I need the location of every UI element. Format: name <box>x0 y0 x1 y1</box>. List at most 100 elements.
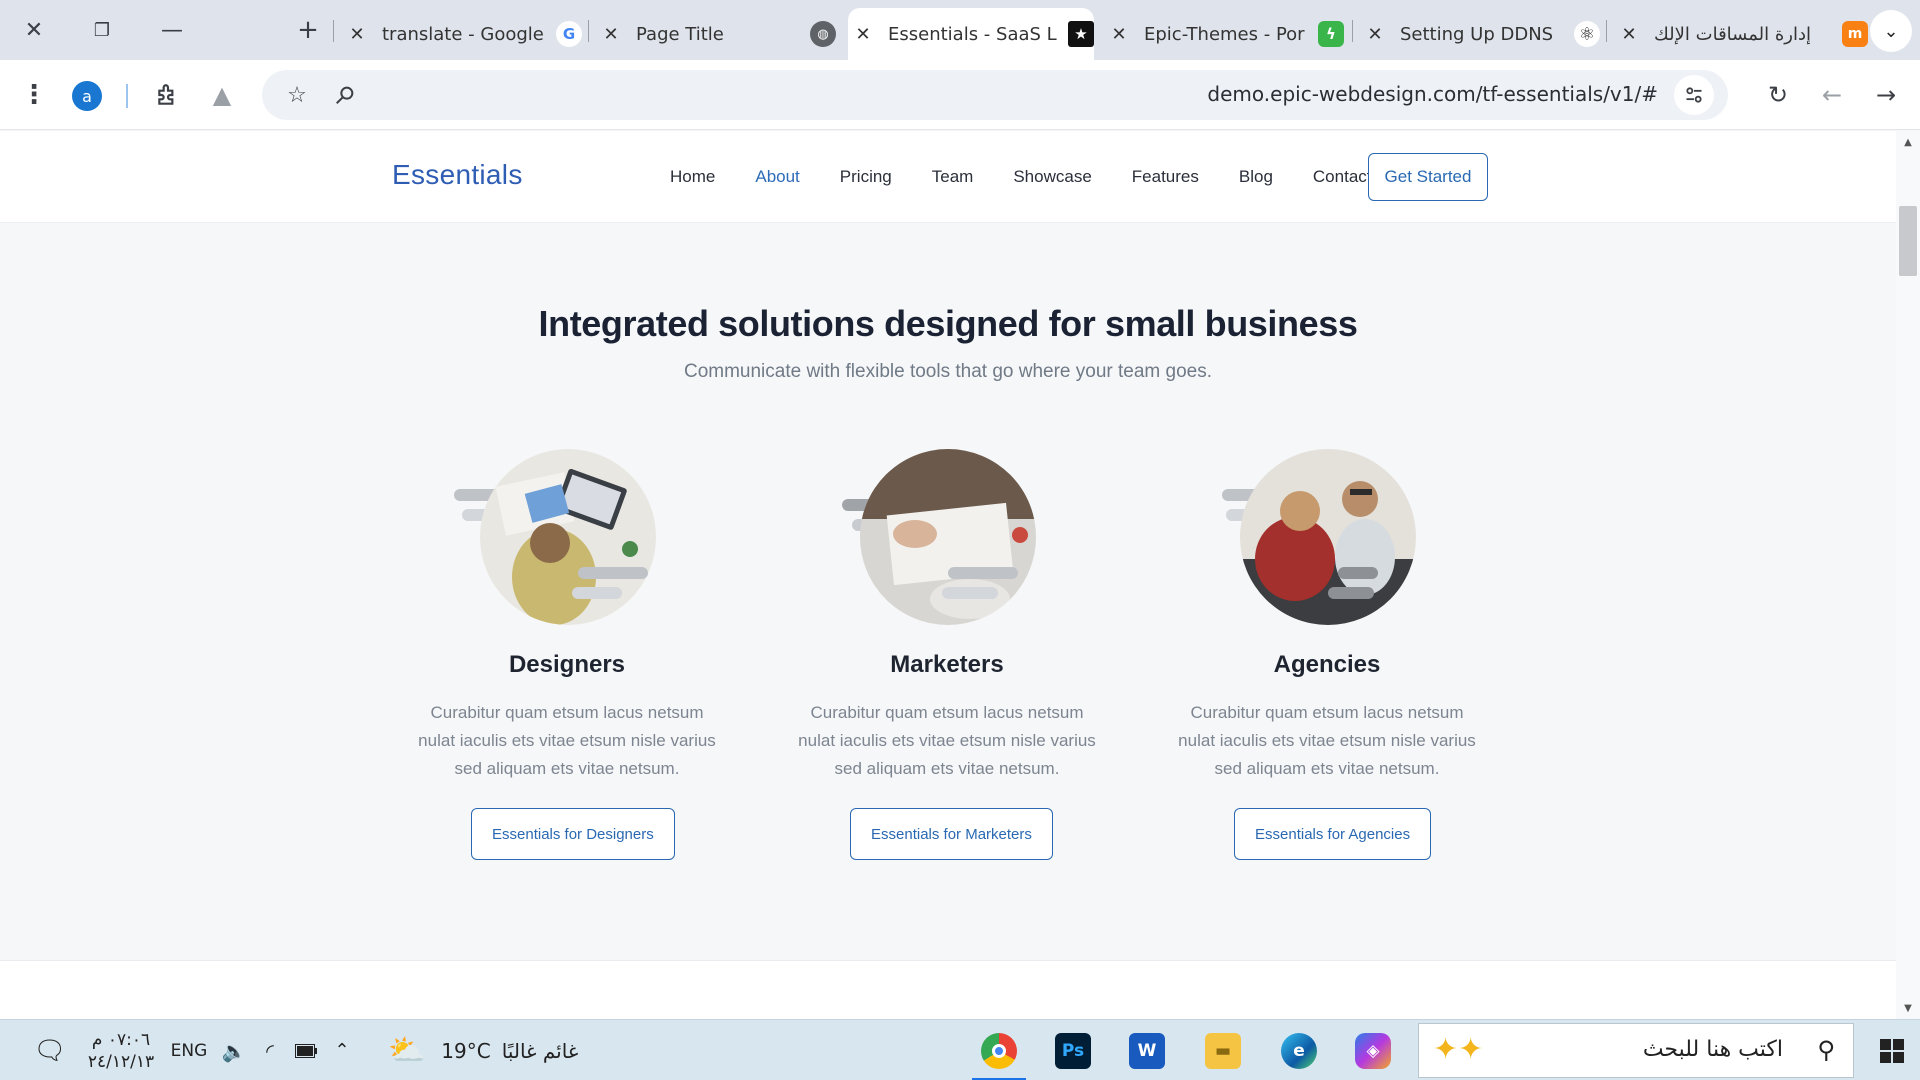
notifications-icon[interactable]: 🗨 <box>30 1020 70 1080</box>
tab-title: Epic-Themes - Por <box>1144 23 1305 45</box>
search-icon: ⚲ <box>1817 1036 1835 1064</box>
show-hidden-icons-icon[interactable]: ⌃ <box>326 1020 358 1080</box>
back-icon[interactable]: ← <box>1810 73 1854 117</box>
word-icon: W <box>1129 1032 1165 1069</box>
search-placeholder: اكتب هنا للبحث <box>1642 1037 1783 1062</box>
nav-pricing[interactable]: Pricing <box>840 167 892 187</box>
clock-time: ٠٧:٠٦ م <box>91 1029 151 1050</box>
copilot-icon: ◈ <box>1355 1032 1391 1069</box>
feature-card-marketers: Marketers Curabitur quam etsum lacus net… <box>782 449 1112 869</box>
nav-home[interactable]: Home <box>670 167 715 187</box>
tab-moodle-courses[interactable]: ✕ إدارة المساقات الإلك m <box>1614 8 1868 60</box>
weather-temperature[interactable]: 19°C <box>436 1020 496 1080</box>
section-title: Integrated solutions designed for small … <box>538 303 1358 344</box>
close-tab-icon[interactable]: ✕ <box>1614 24 1644 45</box>
address-bar[interactable]: ☆ demo.epic-webdesign.com/tf-essentials/… <box>262 70 1728 120</box>
windows-taskbar: 🗨 ٠٧:٠٦ م ٢٤/١٢/١٣ ENG 🔈 ◜ ⌃ ⛅ 19°C غائم… <box>0 1019 1920 1080</box>
browser-tab-strip: ✕ ❐ — + ✕ translate - Google G ✕ Page Ti… <box>0 0 1920 60</box>
profile-avatar[interactable]: a <box>72 81 102 111</box>
browser-menu-icon[interactable]: ⋮ <box>12 73 56 117</box>
weather-condition[interactable]: غائم غالبًا <box>492 1020 588 1080</box>
close-tab-icon[interactable]: ✕ <box>342 24 372 45</box>
restore-window-icon[interactable]: ❐ <box>78 10 126 50</box>
taskbar-app-file-explorer[interactable]: ▬ <box>1192 1020 1254 1080</box>
tab-title: Essentials - SaaS L <box>888 23 1057 45</box>
close-tab-icon[interactable]: ✕ <box>596 24 626 45</box>
taskbar-app-photoshop[interactable]: Ps <box>1042 1020 1104 1080</box>
nav-blog[interactable]: Blog <box>1239 167 1273 187</box>
taskbar-app-word[interactable]: W <box>1116 1020 1178 1080</box>
tab-setting-up-ddns[interactable]: ✕ Setting Up DDNS ⚛ <box>1360 8 1600 60</box>
web-page: Essentials Home About Pricing Team Showc… <box>0 131 1896 1019</box>
tab-title: Setting Up DDNS <box>1400 23 1554 45</box>
taskbar-app-edge[interactable]: e <box>1268 1020 1330 1080</box>
nav-contact[interactable]: Contact <box>1313 167 1372 187</box>
tab-title: translate - Google <box>382 23 544 45</box>
extensions-icon[interactable] <box>146 73 190 117</box>
windows-start-icon[interactable] <box>1868 1020 1916 1080</box>
site-settings-icon[interactable] <box>1674 75 1714 115</box>
close-window-icon[interactable]: ✕ <box>10 10 58 50</box>
openai-icon: ⚛ <box>1574 21 1600 47</box>
reload-icon[interactable]: ↻ <box>1756 73 1800 117</box>
feature-card-designers: Designers Curabitur quam etsum lacus net… <box>402 449 732 869</box>
weather-cloud-icon[interactable]: ⛅ <box>384 1020 430 1080</box>
language-indicator[interactable]: ENG <box>168 1020 210 1080</box>
section-subtitle: Communicate with flexible tools that go … <box>683 361 1213 382</box>
moodle-icon: m <box>1842 21 1868 47</box>
google-icon: G <box>556 21 582 47</box>
tab-translate-google[interactable]: ✕ translate - Google G <box>342 8 582 60</box>
clock-date: ٢٤/١٢/١٣ <box>87 1051 155 1072</box>
minimize-window-icon[interactable]: — <box>148 10 196 50</box>
feature-card-agencies: Agencies Curabitur quam etsum lacus nets… <box>1162 449 1492 869</box>
scroll-down-arrow-icon[interactable]: ▼ <box>1896 999 1920 1017</box>
file-explorer-icon: ▬ <box>1205 1032 1241 1069</box>
nav-features[interactable]: Features <box>1132 167 1199 187</box>
tab-page-title[interactable]: ✕ Page Title ◍ <box>596 8 836 60</box>
close-tab-icon[interactable]: ✕ <box>1360 24 1390 45</box>
card-description: Curabitur quam etsum lacus netsum nulat … <box>798 703 1096 778</box>
close-tab-icon[interactable]: ✕ <box>1104 24 1134 45</box>
next-section <box>0 960 1896 1019</box>
battery-icon[interactable] <box>290 1020 322 1080</box>
essentials-for-designers-button[interactable]: Essentials for Designers <box>471 808 675 860</box>
bolt-icon: ϟ <box>1318 21 1344 47</box>
tab-search-dropdown-icon[interactable]: ⌄ <box>1870 10 1912 52</box>
new-tab-icon[interactable]: + <box>284 10 332 50</box>
card-title: Agencies <box>1273 651 1381 678</box>
card-title: Marketers <box>890 651 1004 678</box>
scroll-up-arrow-icon[interactable]: ▲ <box>1896 133 1920 151</box>
nav-about[interactable]: About <box>755 167 799 187</box>
volume-icon[interactable]: 🔈 <box>218 1020 250 1080</box>
essentials-for-agencies-button[interactable]: Essentials for Agencies <box>1234 808 1432 860</box>
card-title: Designers <box>508 651 626 678</box>
browser-toolbar: ⋮ a ▲ ☆ demo.epic-webdesign.com/tf-essen… <box>0 60 1920 130</box>
wifi-icon[interactable]: ◜ <box>254 1020 286 1080</box>
photoshop-icon: Ps <box>1055 1032 1091 1069</box>
chrome-icon <box>981 1032 1017 1069</box>
bookmark-star-icon[interactable]: ☆ <box>276 74 318 116</box>
main-nav: Home About Pricing Team Showcase Feature… <box>650 131 1392 223</box>
nav-team[interactable]: Team <box>932 167 974 187</box>
tab-essentials-active[interactable]: ✕ Essentials - SaaS L ★ <box>848 8 1094 60</box>
card-description: Curabitur quam etsum lacus netsum nulat … <box>418 703 716 778</box>
site-logo[interactable]: Essentials <box>392 159 523 191</box>
nav-showcase[interactable]: Showcase <box>1013 167 1091 187</box>
zoom-icon[interactable] <box>324 74 366 116</box>
get-started-button[interactable]: Get Started <box>1368 153 1488 201</box>
url-text[interactable]: demo.epic-webdesign.com/tf-essentials/v1… <box>1207 82 1658 106</box>
star-icon: ★ <box>1068 21 1094 47</box>
page-scrollbar[interactable]: ▲ ▼ <box>1896 131 1920 1019</box>
taskbar-search-box[interactable]: ✦✦ اكتب هنا للبحث ⚲ <box>1418 1023 1854 1078</box>
taskbar-app-chrome[interactable] <box>968 1020 1030 1080</box>
clock[interactable]: ٠٧:٠٦ م ٢٤/١٢/١٣ <box>86 1020 156 1080</box>
forward-icon[interactable]: → <box>1864 73 1908 117</box>
essentials-for-marketers-button[interactable]: Essentials for Marketers <box>850 808 1053 860</box>
aria-extension-icon[interactable]: ▲ <box>200 73 244 117</box>
close-tab-icon[interactable]: ✕ <box>848 24 878 45</box>
agencies-photo <box>1240 449 1416 625</box>
taskbar-app-copilot[interactable]: ◈ <box>1342 1020 1404 1080</box>
tab-epic-themes[interactable]: ✕ Epic-Themes - Por ϟ <box>1104 8 1344 60</box>
scrollbar-thumb[interactable] <box>1899 206 1917 276</box>
card-description: Curabitur quam etsum lacus netsum nulat … <box>1178 703 1476 778</box>
